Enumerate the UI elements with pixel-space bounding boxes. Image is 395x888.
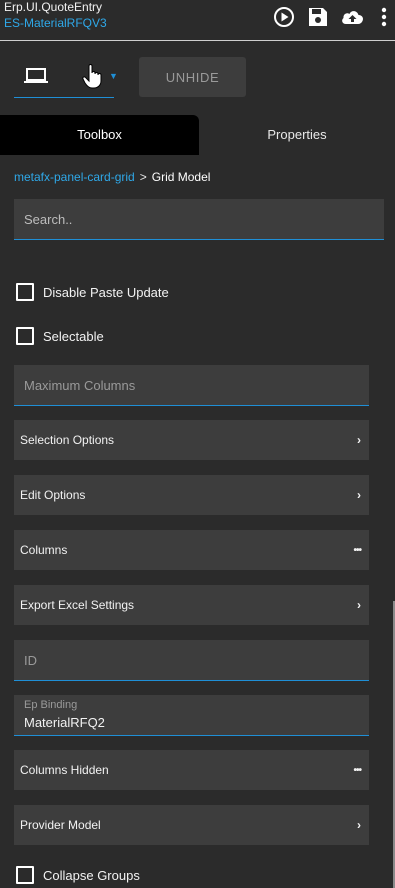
selectable-checkbox[interactable] bbox=[16, 327, 34, 345]
play-icon[interactable] bbox=[273, 6, 295, 28]
breadcrumb-parent-link[interactable]: metafx-panel-card-grid bbox=[14, 170, 135, 184]
more-vertical-icon[interactable] bbox=[379, 6, 389, 28]
tab-properties[interactable]: Properties bbox=[199, 115, 395, 155]
chevron-right-icon: › bbox=[357, 488, 361, 502]
columns-section[interactable]: Columns ••• bbox=[14, 530, 369, 570]
id-field bbox=[14, 640, 369, 681]
maximum-columns-input[interactable] bbox=[14, 365, 369, 405]
ep-binding-value[interactable]: MaterialRFQ2 bbox=[24, 715, 105, 730]
export-excel-settings-label: Export Excel Settings bbox=[20, 598, 135, 612]
top-bar: Erp.UI.QuoteEntry ES-MaterialRFQV3 bbox=[0, 0, 395, 41]
disable-paste-update-label: Disable Paste Update bbox=[43, 284, 169, 300]
disable-paste-update-checkbox-row[interactable]: Disable Paste Update bbox=[16, 282, 169, 302]
chevron-right-icon: › bbox=[357, 818, 361, 832]
edit-options-section[interactable]: Edit Options › bbox=[14, 475, 369, 515]
provider-model-label: Provider Model bbox=[20, 818, 101, 832]
selectable-checkbox-row[interactable]: Selectable bbox=[16, 326, 104, 346]
collapse-groups-checkbox-row[interactable]: Collapse Groups bbox=[16, 865, 140, 885]
tab-toolbox[interactable]: Toolbox bbox=[0, 115, 199, 155]
ep-binding-field[interactable]: Ep Binding MaterialRFQ2 bbox=[14, 695, 369, 736]
chevron-down-icon: ▼ bbox=[109, 71, 118, 81]
columns-label: Columns bbox=[20, 543, 68, 557]
more-horizontal-icon[interactable]: ••• bbox=[353, 765, 361, 776]
maximum-columns-field bbox=[14, 365, 369, 406]
more-horizontal-icon[interactable]: ••• bbox=[353, 545, 361, 556]
ep-binding-label: Ep Binding bbox=[24, 699, 78, 711]
selection-options-label: Selection Options bbox=[20, 433, 115, 447]
chevron-right-icon: › bbox=[357, 433, 361, 447]
tab-bar: Toolbox Properties bbox=[0, 115, 395, 155]
laptop-icon bbox=[24, 68, 48, 83]
app-title: Erp.UI.QuoteEntry bbox=[4, 0, 103, 14]
export-excel-settings-section[interactable]: Export Excel Settings › bbox=[14, 585, 369, 625]
breadcrumb-separator: > bbox=[139, 170, 147, 184]
provider-model-section[interactable]: Provider Model › bbox=[14, 805, 369, 845]
selectable-label: Selectable bbox=[43, 328, 104, 344]
columns-hidden-label: Columns Hidden bbox=[20, 763, 109, 777]
unhide-button[interactable]: UNHIDE bbox=[139, 57, 246, 97]
search-input[interactable] bbox=[14, 199, 384, 240]
columns-hidden-section[interactable]: Columns Hidden ••• bbox=[14, 750, 369, 790]
layer-name-link[interactable]: ES-MaterialRFQV3 bbox=[4, 16, 107, 30]
device-selector[interactable]: ▼ bbox=[14, 57, 118, 98]
disable-paste-update-checkbox[interactable] bbox=[16, 283, 34, 301]
breadcrumb: metafx-panel-card-grid > Grid Model bbox=[14, 170, 210, 184]
cloud-upload-icon[interactable] bbox=[340, 6, 365, 28]
collapse-groups-label: Collapse Groups bbox=[43, 867, 140, 883]
breadcrumb-current: Grid Model bbox=[151, 170, 211, 184]
id-input[interactable] bbox=[14, 640, 369, 680]
selection-options-section[interactable]: Selection Options › bbox=[14, 420, 369, 460]
chevron-right-icon: › bbox=[357, 598, 361, 612]
collapse-groups-checkbox[interactable] bbox=[16, 866, 34, 884]
hand-cursor-icon bbox=[82, 64, 102, 89]
edit-options-label: Edit Options bbox=[20, 488, 86, 502]
save-icon[interactable] bbox=[307, 6, 329, 28]
